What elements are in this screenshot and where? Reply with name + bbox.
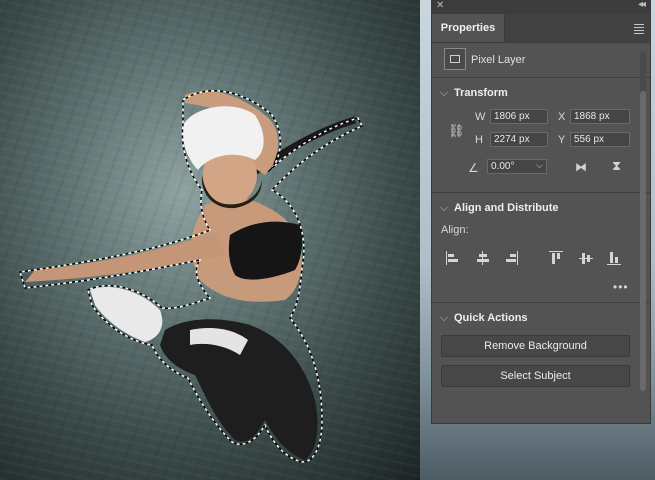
link-icon[interactable]: ⛓ [448, 123, 465, 139]
x-label: X [558, 111, 566, 123]
chevron-down-icon: ⌵ [440, 202, 449, 214]
transform-heading: Transform [454, 87, 508, 99]
tab-properties[interactable]: Properties [432, 14, 505, 42]
select-subject-button[interactable]: Select Subject [441, 365, 630, 387]
divider [432, 192, 650, 193]
chevron-down-icon: ⌵ [440, 87, 449, 99]
dancer-image [19, 90, 363, 463]
chevron-down-icon: ⌵ [440, 312, 449, 324]
align-section-header[interactable]: ⌵ Align and Distribute [440, 202, 559, 215]
quick-actions-section-header[interactable]: ⌵ Quick Actions [440, 312, 528, 325]
align-left-icon[interactable] [446, 251, 460, 265]
flip-vertical-icon[interactable]: ⧗ [612, 158, 621, 174]
scrollbar-thumb[interactable] [640, 91, 646, 391]
more-icon[interactable]: ••• [613, 280, 629, 294]
align-top-icon[interactable] [549, 251, 563, 265]
layer-type-row: Pixel Layer [444, 47, 644, 73]
quick-actions-heading: Quick Actions [454, 312, 528, 324]
y-position-field[interactable]: 556 px [570, 132, 630, 147]
collapse-icon[interactable]: ◂◂ [638, 0, 646, 10]
height-field[interactable]: 2274 px [490, 132, 548, 147]
transform-section-header[interactable]: ⌵ Transform [440, 87, 508, 100]
panel-tab-row: Properties [432, 14, 650, 43]
h-label: H [475, 134, 483, 146]
align-vertical-center-icon[interactable] [579, 251, 593, 265]
angle-icon: ∠ [468, 161, 479, 175]
width-field[interactable]: 1806 px [490, 109, 548, 124]
panel-top-bar: ✕ ◂◂ [432, 0, 650, 14]
w-label: W [475, 111, 486, 123]
panel-scrollbar[interactable] [640, 51, 646, 391]
divider [432, 302, 650, 303]
pixel-layer-icon [444, 48, 466, 70]
close-icon[interactable]: ✕ [436, 0, 444, 11]
panel-menu-icon[interactable] [634, 24, 644, 36]
align-horizontal-center-icon[interactable] [476, 251, 490, 265]
align-heading: Align and Distribute [454, 202, 559, 214]
align-label: Align: [441, 224, 469, 236]
layer-type-label: Pixel Layer [471, 54, 526, 66]
x-position-field[interactable]: 1868 px [570, 109, 630, 124]
properties-panel: ✕ ◂◂ Properties Pixel Layer ⌵ Transform W… [431, 0, 651, 424]
align-right-icon[interactable] [504, 251, 518, 265]
divider [432, 77, 650, 78]
flip-horizontal-icon[interactable]: ⧓ [575, 160, 587, 174]
y-label: Y [558, 134, 566, 146]
remove-background-button[interactable]: Remove Background [441, 335, 630, 357]
align-bottom-icon[interactable] [607, 251, 621, 265]
chevron-down-icon[interactable]: ⌵ [536, 160, 543, 171]
document-canvas[interactable] [0, 0, 432, 480]
